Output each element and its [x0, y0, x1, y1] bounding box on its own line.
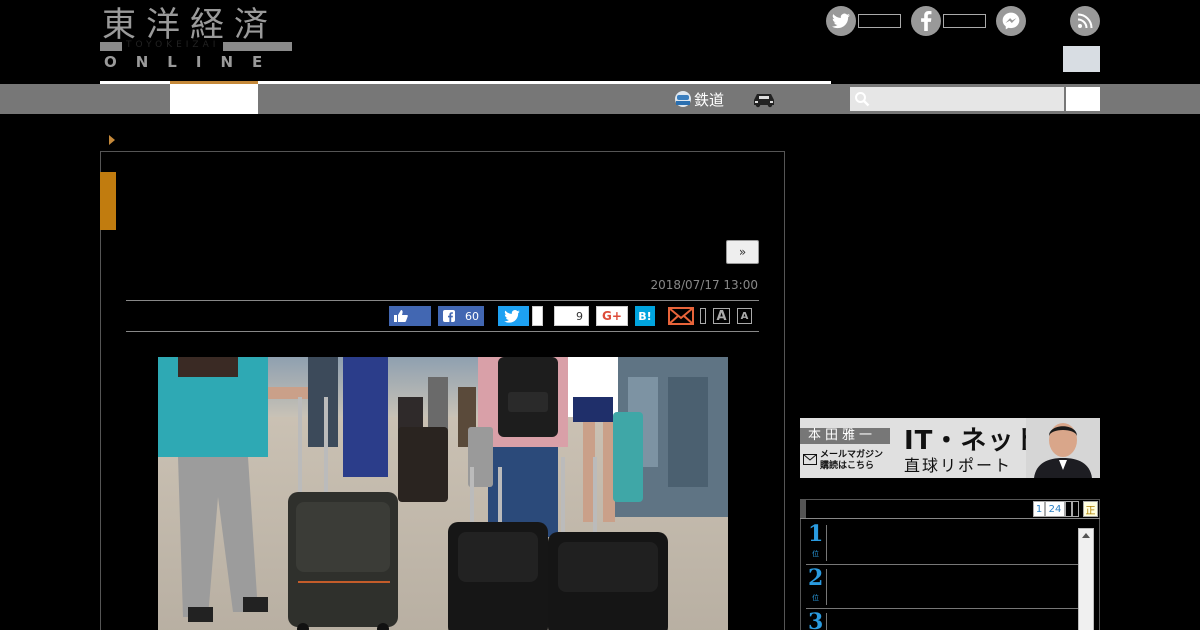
ranking-tab-extra[interactable]: 正	[1083, 501, 1098, 517]
messenger-icon[interactable]	[996, 6, 1026, 36]
ranking-item[interactable]: 1 位	[806, 521, 1078, 565]
banner-subtitle: 直球リポート	[904, 456, 1013, 475]
article-photo	[158, 357, 728, 630]
share-bar-top-rule	[126, 300, 759, 301]
twitter-share-button[interactable]	[498, 306, 529, 326]
thumbs-up-icon	[394, 310, 408, 322]
ranking-divider	[826, 613, 827, 630]
ranking-scrollbar[interactable]	[1078, 528, 1094, 630]
ranking-divider	[826, 525, 827, 561]
nav-item-railway-label: 鉄道	[694, 90, 725, 109]
ranking-header-marker	[800, 500, 806, 518]
banner-mail-line2: 購読はこちら	[820, 461, 875, 471]
facebook-follow-icon[interactable]	[911, 6, 941, 36]
ranking-suffix: 位	[812, 550, 819, 558]
facebook-share-button[interactable]: 60	[438, 306, 484, 326]
breadcrumb-arrow-icon	[109, 135, 115, 145]
hatena-bookmark-button[interactable]: B!	[635, 306, 655, 326]
pocket-share-count[interactable]: 9	[554, 306, 589, 326]
ranking-tab-1h[interactable]: 1	[1033, 501, 1045, 517]
facebook-follow-count	[943, 14, 986, 28]
banner-author: 本田雅一	[800, 428, 890, 444]
mail-icon[interactable]	[668, 306, 694, 326]
twitter-icon	[504, 309, 520, 323]
share-bar-bottom-rule	[126, 331, 759, 332]
car-icon[interactable]	[751, 88, 777, 110]
banner-mail-text: メールマガジン 購読はこちら	[802, 450, 883, 472]
scroll-up-arrow-icon[interactable]	[1082, 533, 1090, 538]
search-box	[850, 87, 1064, 111]
ranking-item[interactable]: 3 位	[806, 609, 1078, 630]
rss-icon[interactable]	[1070, 6, 1100, 36]
login-button[interactable]	[1063, 46, 1100, 72]
ranking-suffix: 位	[812, 594, 819, 602]
train-icon	[675, 91, 691, 107]
next-page-button[interactable]: »	[726, 240, 759, 264]
newsletter-banner[interactable]: 本田雅一 メールマガジン 購読はこちら IT・ネット 直球リポート	[800, 418, 1100, 478]
facebook-share-count: 60	[465, 309, 479, 323]
logo-kanji: 東洋経済	[102, 5, 278, 45]
search-button[interactable]	[1066, 87, 1100, 111]
ranking-tabs: 1 24 正	[1033, 501, 1098, 517]
print-button[interactable]	[700, 308, 706, 324]
font-size-small-button[interactable]: A	[737, 308, 752, 324]
nav-item-railway[interactable]: 鉄道	[674, 84, 724, 114]
logo-subtitle: TOYOKEIZAI	[122, 40, 224, 51]
ranking-number: 2	[808, 565, 824, 591]
twitter-follow-count	[858, 14, 901, 28]
ranking-tab-month[interactable]	[1072, 501, 1079, 517]
ranking-item[interactable]: 2 位	[806, 565, 1078, 609]
google-plus-share-button[interactable]: G+	[596, 306, 628, 326]
facebook-like-button[interactable]	[389, 306, 431, 326]
search-input[interactable]	[872, 87, 1062, 111]
font-size-large-button[interactable]: A	[713, 308, 730, 324]
twitter-follow-icon[interactable]	[826, 6, 856, 36]
ranking-tab-24h[interactable]: 24	[1045, 501, 1065, 517]
ranking-tab-week[interactable]	[1065, 501, 1072, 517]
ranking-header-rule	[800, 518, 1100, 519]
author-photo	[1026, 418, 1100, 478]
logo-online: ONLINE	[104, 53, 282, 71]
site-logo[interactable]: 東洋経済 TOYOKEIZAI ONLINE	[100, 6, 292, 70]
publish-date: 2018/07/17 13:00	[650, 278, 758, 292]
nav-tab-active[interactable]	[170, 84, 258, 114]
facebook-icon	[443, 310, 455, 322]
twitter-share-count	[532, 306, 543, 326]
category-marker	[100, 172, 116, 230]
search-icon	[855, 92, 870, 107]
ranking-number: 3	[808, 609, 824, 630]
ranking-number: 1	[808, 521, 824, 547]
ranking-divider	[826, 569, 827, 605]
banner-mail-line1: メールマガジン	[820, 450, 884, 460]
